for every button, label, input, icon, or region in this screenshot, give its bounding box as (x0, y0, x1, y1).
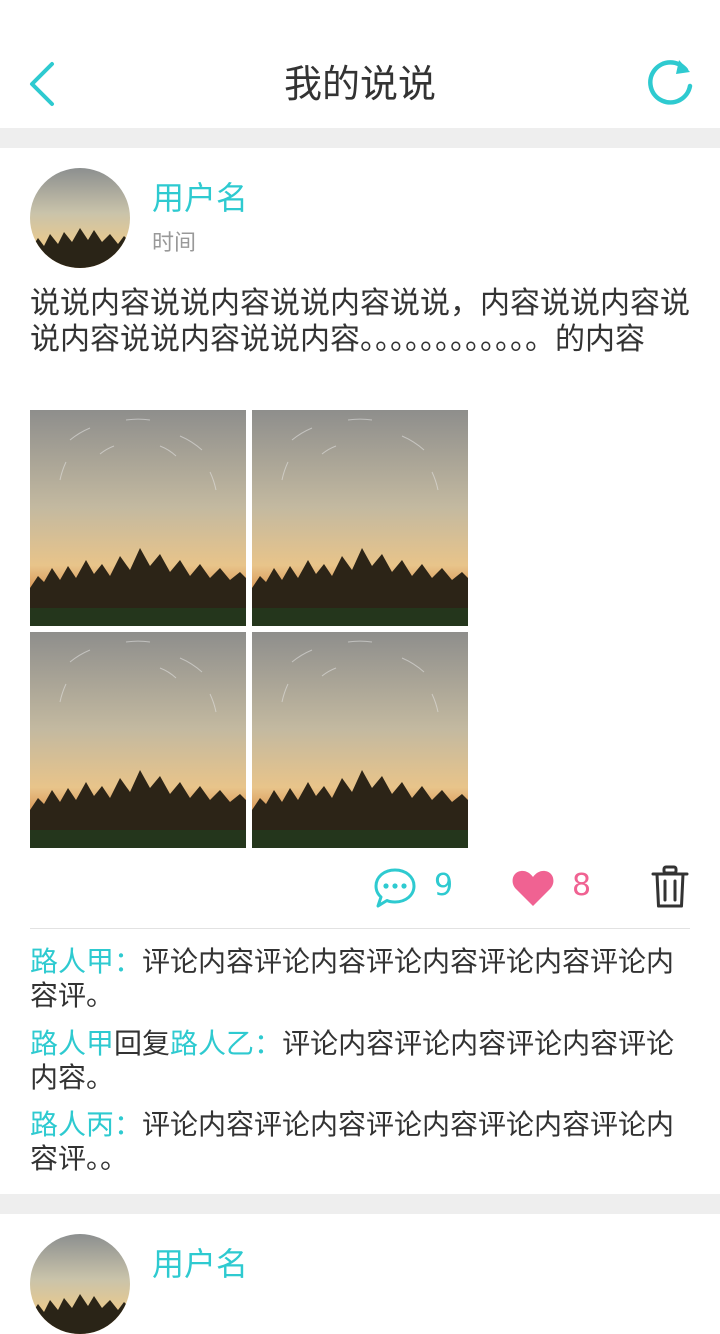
post-photo[interactable] (252, 632, 468, 848)
commenter-name[interactable]: 路人甲 (30, 945, 114, 978)
section-divider (0, 1194, 720, 1214)
refresh-button[interactable] (642, 56, 698, 112)
commenter-name[interactable]: 路人丙 (30, 1108, 114, 1141)
username[interactable]: 用户名 (152, 178, 248, 218)
avatar-image (30, 168, 130, 268)
avatar-image (30, 1234, 130, 1334)
like-button[interactable] (510, 866, 556, 910)
comment-colon: ： (254, 1027, 283, 1060)
avatar[interactable] (30, 1234, 130, 1334)
section-divider (0, 128, 720, 148)
comment-button[interactable] (372, 866, 418, 910)
delete-button[interactable] (650, 864, 690, 910)
page-title: 我的说说 (283, 62, 436, 106)
post-time: 时间 (152, 231, 197, 256)
reply-word: 回复 (114, 1027, 171, 1060)
photo-image (252, 632, 468, 848)
app-header: 我的说说 (0, 0, 720, 128)
comment-count: 9 (434, 868, 454, 903)
post-photo[interactable] (30, 632, 246, 848)
reply-target-name[interactable]: 路人乙 (170, 1027, 254, 1060)
comment-item[interactable]: 路人甲：评论内容评论内容评论内容评论内容评论内容评。 (30, 945, 695, 1013)
photo-image (30, 410, 246, 626)
post-photo[interactable] (30, 410, 246, 626)
trash-icon (651, 865, 689, 908)
heart-icon (512, 870, 554, 906)
comment-item[interactable]: 路人甲回复路人乙：评论内容评论内容评论内容评论内容。 (30, 1027, 695, 1095)
post-photo[interactable] (252, 410, 468, 626)
divider (30, 928, 690, 929)
photo-image (30, 632, 246, 848)
photo-image (252, 410, 468, 626)
like-count: 8 (572, 868, 592, 903)
comment-colon: ： (114, 1108, 143, 1141)
username[interactable]: 用户名 (152, 1244, 248, 1284)
comment-colon: ： (114, 945, 143, 978)
refresh-icon (648, 60, 693, 105)
post-content: 说说内容说说内容说说内容说说，内容说说内容说说内容说说内容说说内容。。。。。。。… (30, 286, 690, 357)
comment-item[interactable]: 路人丙：评论内容评论内容评论内容评论内容评论内容评。。 (30, 1108, 695, 1176)
avatar[interactable] (30, 168, 130, 268)
comment-icon (374, 868, 416, 908)
commenter-name[interactable]: 路人甲 (30, 1027, 114, 1060)
